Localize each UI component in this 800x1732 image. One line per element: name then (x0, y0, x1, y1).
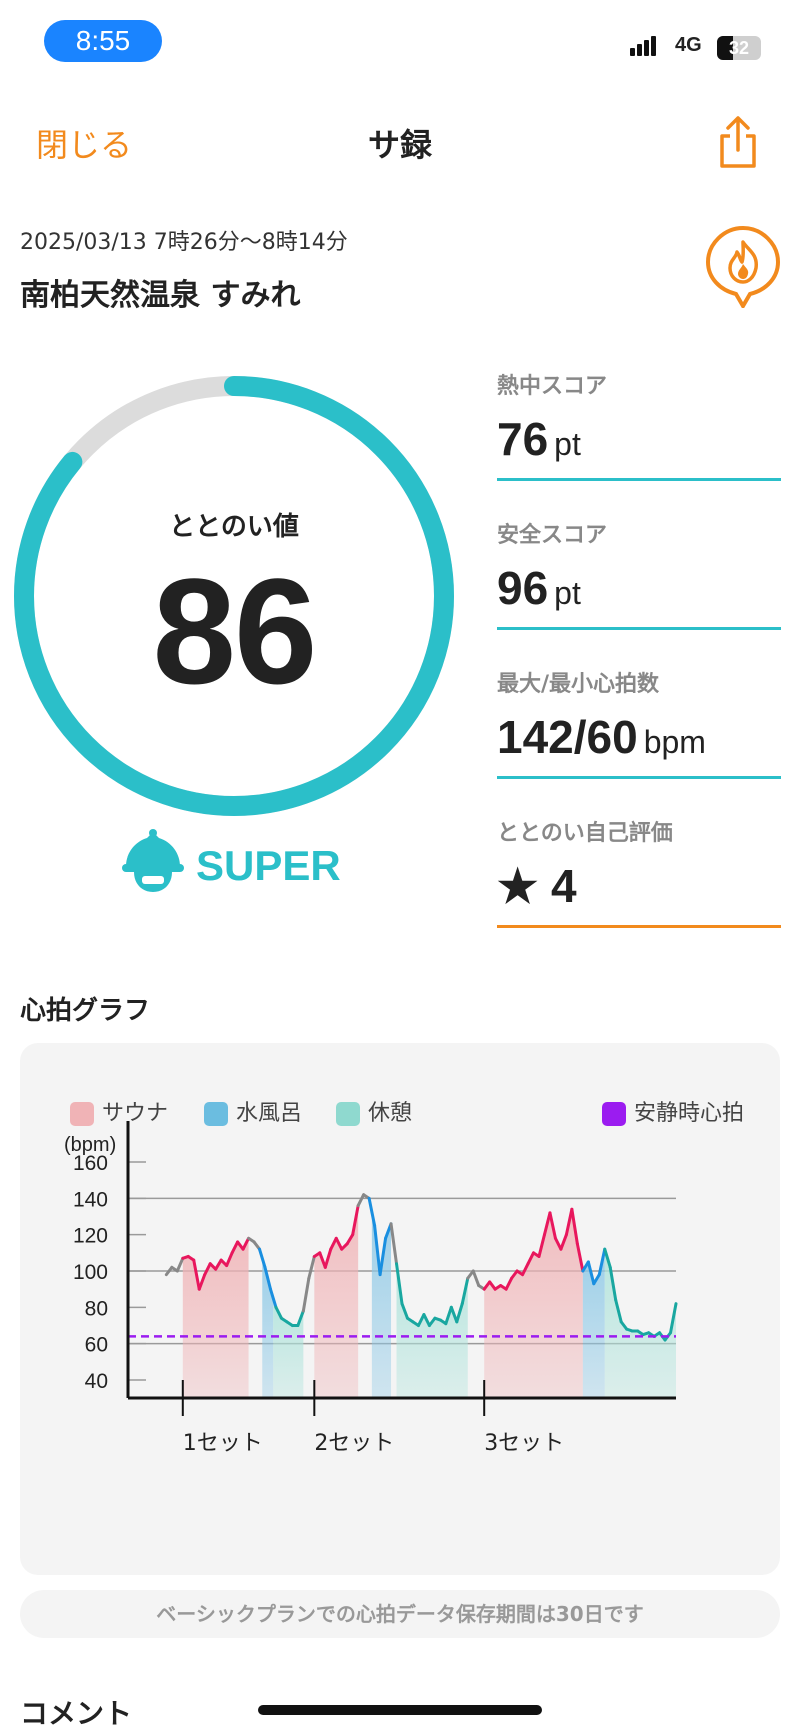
stat-value: ★ 4 (497, 860, 577, 912)
sauna-hat-icon (122, 829, 184, 892)
stat-unit: pt (554, 426, 581, 462)
fire-badge-icon[interactable] (704, 224, 782, 308)
stat-value: 96 (497, 562, 549, 614)
hr-line-segment (356, 1193, 366, 1208)
hr-line-segment (175, 1256, 185, 1273)
comment-title: コメント (20, 1697, 133, 1730)
status-time: 8:55 (44, 20, 162, 62)
heart-rate-chart: (bpm)1601401201008060401セット 2セット 3セット (64, 1121, 678, 1456)
y-tick-label: 160 (73, 1152, 108, 1175)
stat-self-rating[interactable]: ととのい自己評価 ★ 4 (497, 815, 781, 928)
set-label: 1セット (183, 1431, 263, 1456)
rank-badge: SUPER (196, 842, 341, 889)
heart-rate-chart-card: サウナ 水風呂 休憩 安静時心拍 (bpm) 160 140 120 100 80 60 40… (20, 1043, 780, 1575)
divider (497, 627, 781, 630)
hr-line-segment (471, 1269, 481, 1288)
totonoi-value: 86 (152, 547, 318, 715)
totonoi-label: ととのい値 (169, 512, 299, 542)
storage-notice: ベーシックプランでの心拍データ保存期間は30日です (20, 1590, 780, 1638)
y-tick-label: 100 (73, 1261, 108, 1284)
stat-label: 安全スコア (497, 523, 608, 548)
y-tick-label: 60 (85, 1334, 108, 1357)
stat-safety-score: 安全スコア 96 pt (497, 517, 781, 630)
heart-graph-title: 心拍グラフ (20, 996, 151, 1026)
divider (497, 925, 781, 928)
battery-level: 32 (728, 38, 750, 58)
divider (497, 776, 781, 779)
stat-label: ととのい自己評価 (497, 821, 673, 846)
hr-line-segment (389, 1222, 399, 1266)
stat-label: 最大/最小心拍数 (497, 672, 660, 697)
y-tick-label: 140 (73, 1188, 108, 1211)
divider (497, 478, 781, 481)
battery-icon: 32 (717, 36, 761, 60)
set-label: 2セット (314, 1431, 394, 1456)
facility-name[interactable]: 南柏天然温泉 すみれ (20, 270, 300, 314)
set-label: 3セット (484, 1431, 564, 1456)
home-indicator[interactable] (258, 1705, 542, 1715)
hr-line-segment (307, 1254, 316, 1280)
y-tick-label: 80 (85, 1297, 108, 1320)
signal-icon (630, 36, 658, 56)
stat-heart-rate: 最大/最小心拍数 142/60 bpm (497, 666, 781, 779)
stat-value: 76 (497, 413, 549, 465)
phase-area-rest (396, 1263, 468, 1398)
network-type: 4G (675, 34, 702, 56)
stat-unit: pt (554, 575, 581, 611)
session-datetime: 2025/03/13 7時26分〜8時14分 (20, 230, 348, 255)
y-tick-label: 120 (73, 1225, 108, 1248)
stat-unit: bpm (643, 724, 706, 760)
share-icon[interactable] (716, 114, 760, 170)
stat-heat-score: 熱中スコア 76 pt (497, 368, 781, 481)
phase-area-sauna (484, 1209, 583, 1398)
stat-value: 142/60 (497, 711, 638, 763)
y-tick-label: 40 (85, 1370, 108, 1393)
hr-line-segment (301, 1276, 311, 1313)
stat-label: 熱中スコア (497, 374, 608, 399)
close-button[interactable]: 閉じる (36, 120, 132, 166)
